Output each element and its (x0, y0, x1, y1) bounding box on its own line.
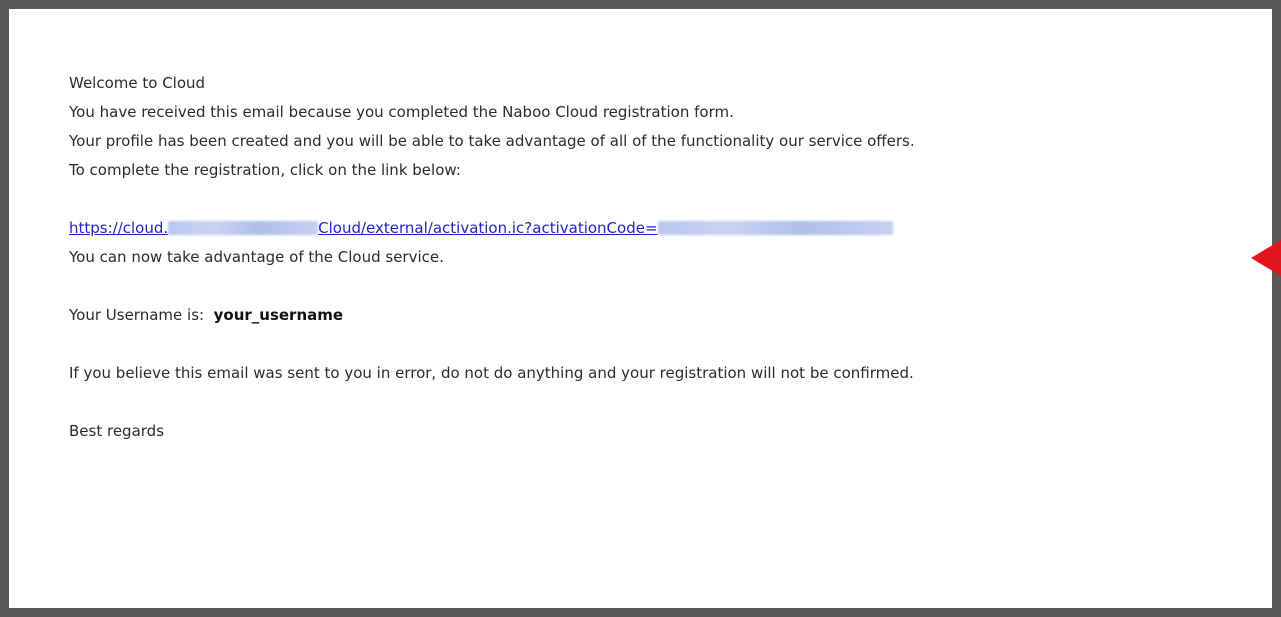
email-greeting: Welcome to Cloud (69, 74, 206, 92)
username-value: your_username (213, 306, 344, 324)
username-line: Your Username is: your_username (69, 301, 1269, 330)
email-received-text: You have received this email because you… (69, 103, 734, 121)
email-service-text: You can now take advantage of the Cloud … (69, 248, 444, 266)
email-instruction-text: To complete the registration, click on t… (69, 161, 461, 179)
activation-link[interactable]: https://cloud. Cloud/external/activation.… (69, 219, 893, 237)
activation-link-prefix: https://cloud. (69, 219, 169, 237)
email-frame: Welcome to Cloud You have received this … (0, 0, 1281, 617)
activation-link-path: Cloud/external/activation.ic?activationC… (318, 219, 658, 237)
email-signoff: Best regards (69, 422, 165, 440)
redacted-domain (168, 221, 319, 235)
email-error-text: If you believe this email was sent to yo… (69, 364, 914, 382)
email-profile-text: Your profile has been created and you wi… (69, 132, 915, 150)
redacted-activation-code (657, 221, 893, 235)
username-label: Your Username is: (69, 306, 205, 324)
red-arrow-pointer-icon (1251, 240, 1281, 276)
email-body: Welcome to Cloud You have received this … (69, 69, 1269, 446)
